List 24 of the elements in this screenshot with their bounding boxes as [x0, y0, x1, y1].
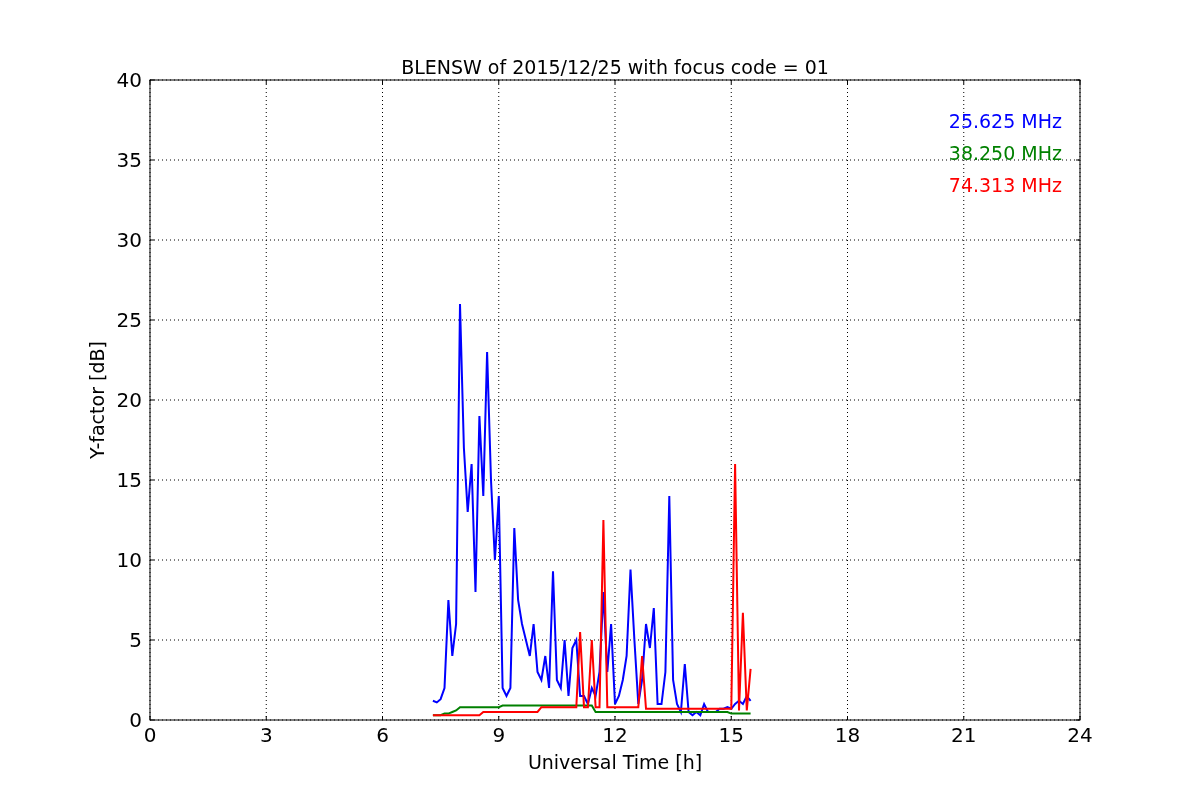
x-tick-label: 0	[143, 723, 157, 747]
legend-label: 38.250 MHz	[948, 142, 1062, 164]
x-tick-label: 9	[492, 723, 506, 747]
chart-title: BLENSW of 2015/12/25 with focus code = 01	[401, 56, 829, 78]
legend-label: 74.313 MHz	[948, 174, 1062, 196]
y-tick-label: 10	[116, 548, 142, 572]
x-tick-label: 21	[951, 723, 977, 747]
x-axis-label: Universal Time [h]	[527, 751, 703, 773]
x-tick-label: 6	[376, 723, 389, 747]
y-tick-label: 0	[129, 708, 142, 732]
x-tick-label: 12	[602, 723, 628, 747]
y-tick-label: 40	[116, 68, 142, 92]
y-tick-label: 30	[116, 228, 142, 252]
x-tick-label: 24	[1067, 723, 1093, 747]
y-tick-label: 5	[129, 628, 142, 652]
x-tick-label: 3	[259, 723, 273, 747]
y-tick-label: 15	[116, 468, 142, 492]
y-axis-label: Y-factor [dB]	[86, 341, 108, 459]
x-tick-label: 15	[718, 723, 744, 747]
x-tick-label: 18	[834, 723, 861, 747]
y-tick-label: 20	[116, 388, 142, 412]
y-tick-label: 35	[116, 148, 142, 172]
legend-label: 25.625 MHz	[948, 110, 1062, 132]
y-tick-label: 25	[116, 308, 142, 332]
